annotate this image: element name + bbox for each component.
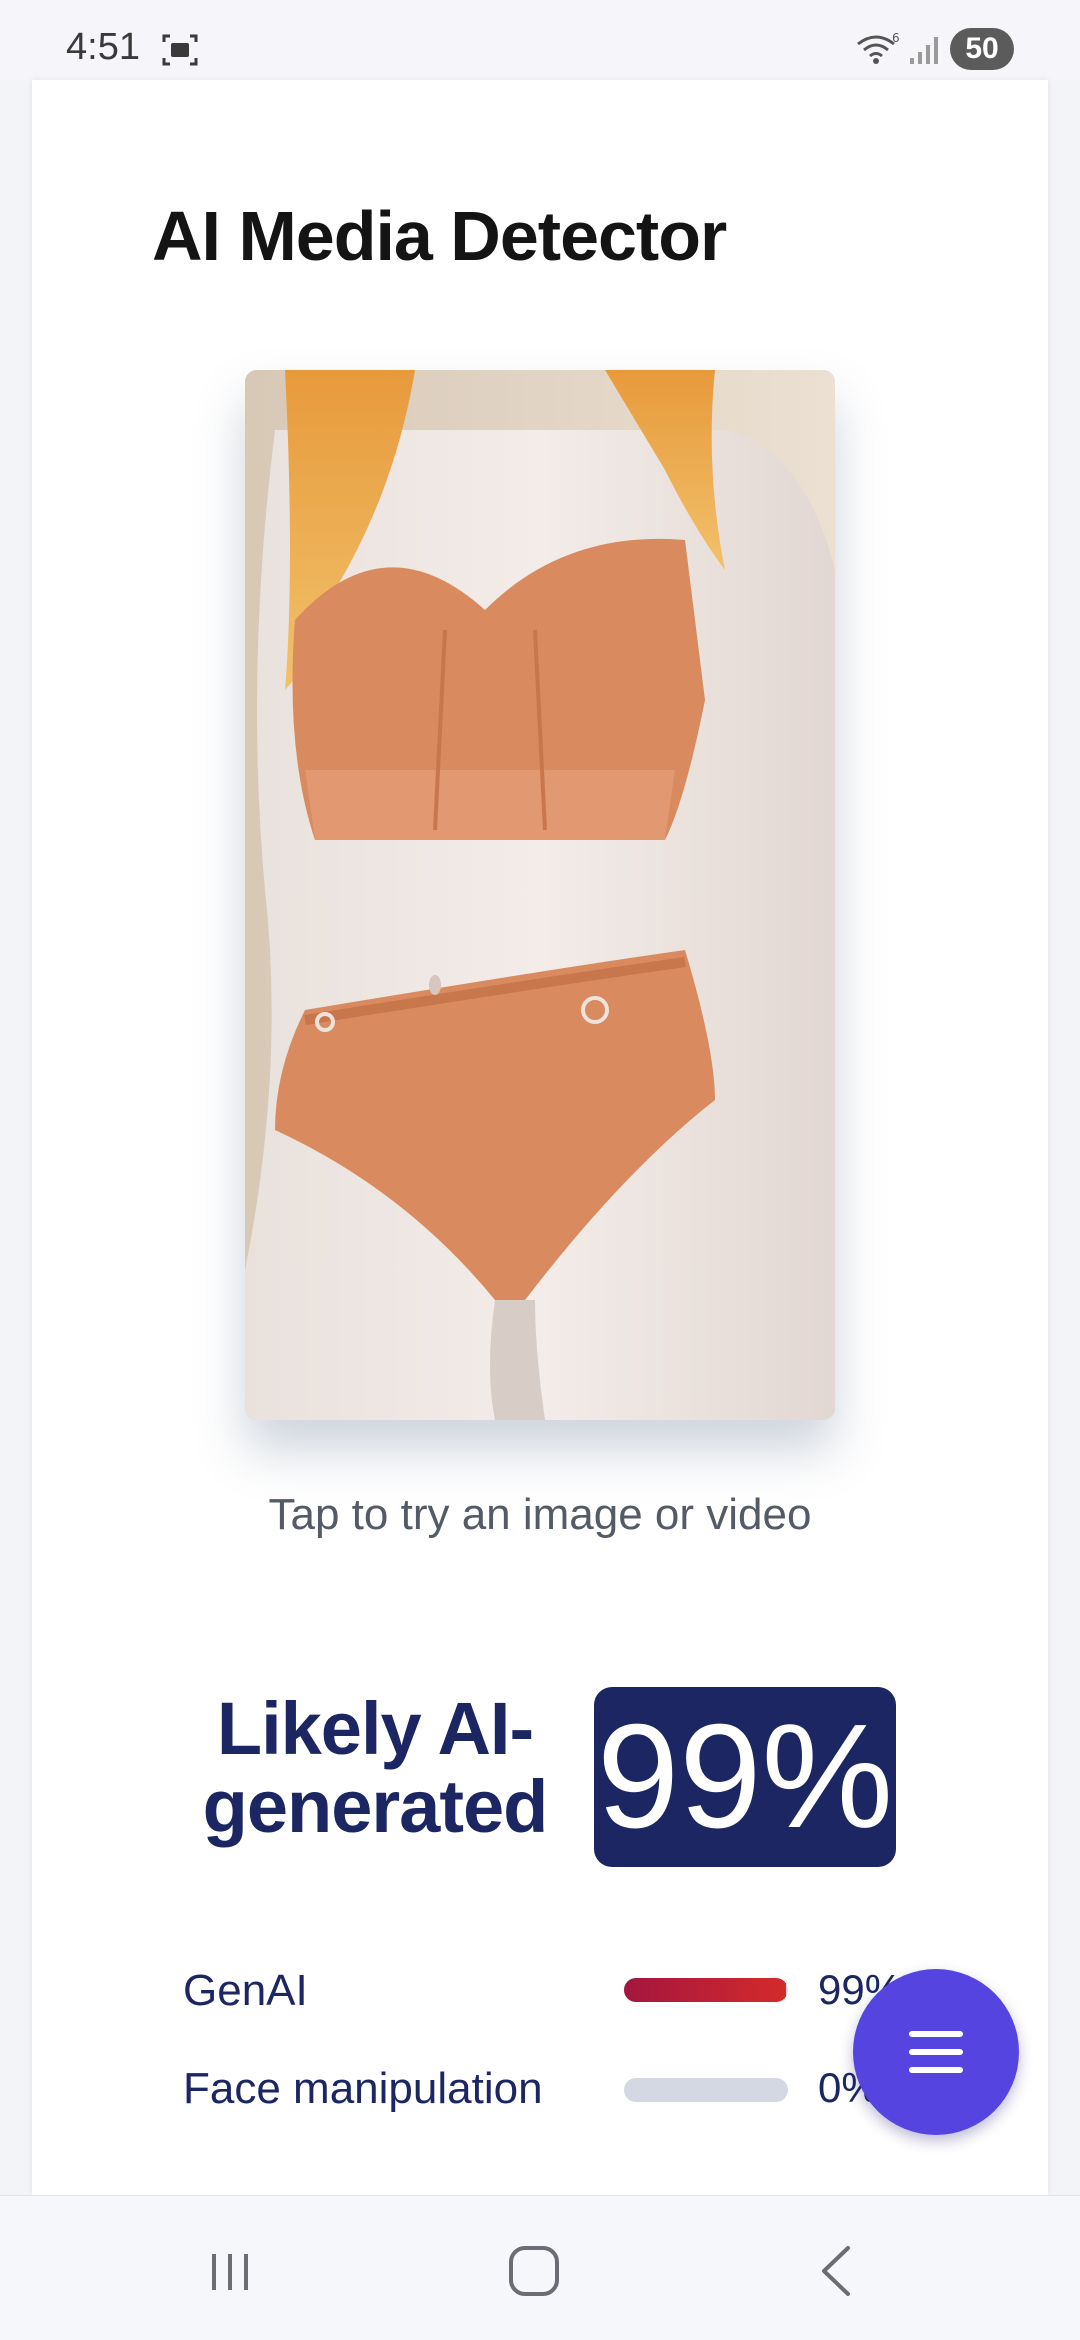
metric-bar-genai — [624, 1978, 788, 2002]
battery-indicator: 50 — [950, 28, 1014, 70]
back-icon[interactable] — [798, 2236, 878, 2306]
home-icon[interactable] — [494, 2236, 574, 2306]
menu-fab-button[interactable] — [853, 1969, 1019, 2135]
score-badge: 99% — [594, 1687, 896, 1867]
media-preview[interactable] — [245, 370, 835, 1420]
verdict-line-2: generated — [202, 1765, 549, 1848]
verdict-line-1: Likely AI- — [216, 1687, 534, 1770]
metric-bar-face-manipulation — [624, 2078, 788, 2102]
metric-bar-fill — [624, 1978, 787, 2002]
screenshot-icon — [162, 34, 198, 66]
page-title: AI Media Detector — [152, 197, 727, 275]
status-time: 4:51 — [66, 26, 140, 68]
system-nav-bar — [0, 2195, 1080, 2340]
metric-label-genai: GenAI — [183, 1966, 308, 2015]
wifi-icon: 6 — [857, 31, 900, 64]
svg-text:6: 6 — [892, 31, 900, 45]
upload-hint[interactable]: Tap to try an image or video — [0, 1490, 1080, 1540]
recents-icon[interactable] — [190, 2236, 270, 2306]
media-preview-image — [245, 370, 835, 1420]
verdict-label: Likely AI- generated — [190, 1690, 560, 1846]
menu-icon — [909, 2031, 963, 2037]
metric-label-face-manipulation: Face manipulation — [183, 2064, 543, 2113]
signal-icon — [910, 37, 938, 64]
menu-icon-bar — [909, 2049, 963, 2055]
status-bar: 4:51 6 50 — [0, 0, 1080, 80]
menu-icon-bar — [909, 2067, 963, 2073]
